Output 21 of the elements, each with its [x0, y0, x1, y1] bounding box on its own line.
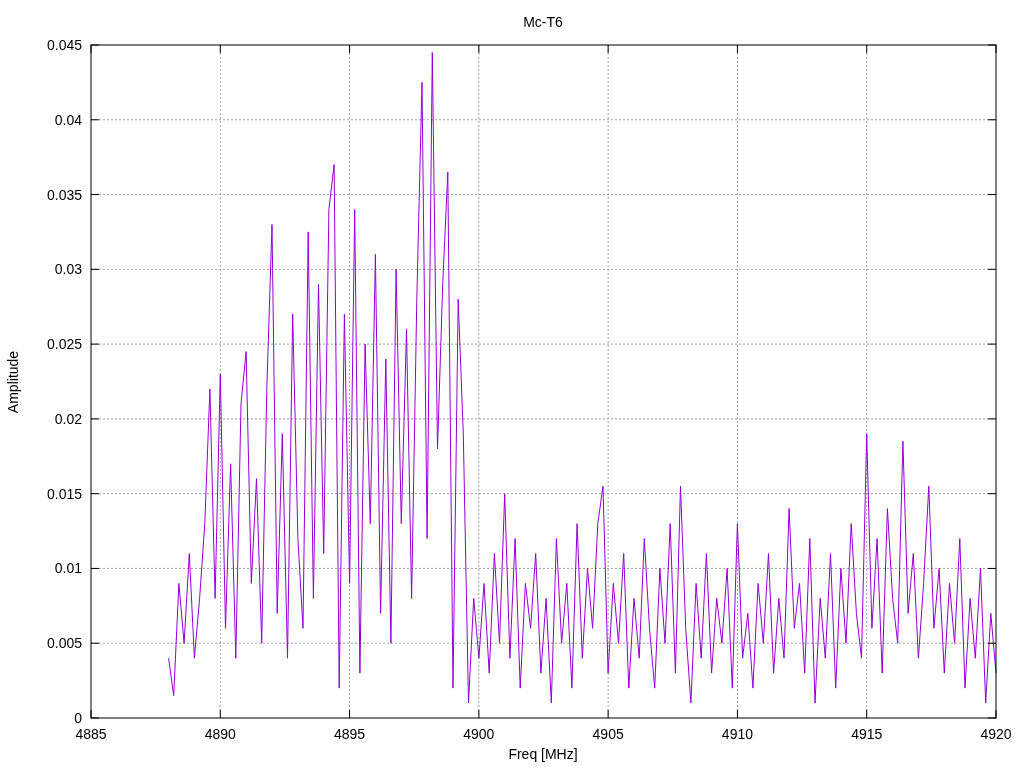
- tick-label: 0.02: [54, 410, 82, 427]
- tick-label: 0.01: [54, 560, 82, 577]
- tick-label: 4920: [980, 726, 1012, 742]
- tick-label: 4905: [592, 726, 624, 742]
- tick-label: 4915: [851, 726, 883, 742]
- tick-label: 0.005: [46, 635, 82, 652]
- tick-label: 0.04: [54, 111, 82, 128]
- tick-label: 4890: [204, 726, 236, 742]
- tick-label: 0.045: [46, 37, 82, 53]
- tick-label: 0.035: [46, 186, 82, 203]
- axis-title: Amplitude: [5, 350, 21, 414]
- tick-label: 4910: [721, 726, 753, 742]
- tick-label: 4900: [463, 726, 495, 742]
- tick-label: 0.015: [46, 485, 82, 502]
- tick-label: 0.03: [54, 261, 82, 278]
- tick-label: 0: [74, 710, 82, 726]
- tick-label: 4895: [334, 726, 366, 742]
- tick-label: 0.025: [46, 336, 82, 353]
- tick-label: 4885: [75, 726, 107, 742]
- chart-title: Mc-T6: [523, 14, 563, 30]
- axis-title: Freq [MHz]: [508, 746, 578, 762]
